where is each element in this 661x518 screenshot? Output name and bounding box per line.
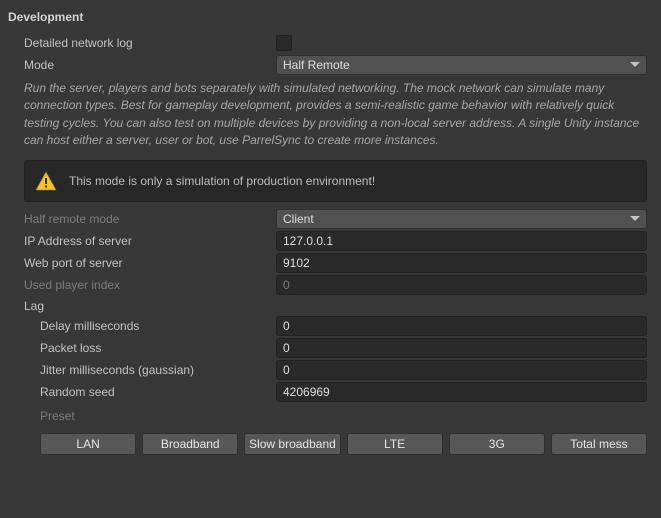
jitter-row: Jitter milliseconds (gaussian) xyxy=(0,359,661,381)
used-player-input xyxy=(276,275,647,295)
mode-dropdown-value: Half Remote xyxy=(283,58,350,72)
detailed-network-log-checkbox[interactable] xyxy=(276,35,292,51)
packet-loss-label: Packet loss xyxy=(40,341,276,355)
half-remote-mode-row: Half remote mode Client xyxy=(0,208,661,230)
half-remote-mode-value: Client xyxy=(283,212,314,226)
mode-description: Run the server, players and bots separat… xyxy=(0,76,661,158)
warning-icon xyxy=(35,171,57,191)
detailed-network-log-row: Detailed network log xyxy=(0,32,661,54)
delay-row: Delay milliseconds xyxy=(0,315,661,337)
packet-loss-input[interactable] xyxy=(276,338,647,358)
section-title: Development xyxy=(0,6,661,32)
warning-box: This mode is only a simulation of produc… xyxy=(24,160,647,202)
seed-row: Random seed xyxy=(0,381,661,403)
preset-3g-button[interactable]: 3G xyxy=(449,433,545,455)
warning-text: This mode is only a simulation of produc… xyxy=(69,174,375,188)
preset-lan-button[interactable]: LAN xyxy=(40,433,136,455)
jitter-input[interactable] xyxy=(276,360,647,380)
preset-total-mess-button[interactable]: Total mess xyxy=(551,433,647,455)
chevron-down-icon xyxy=(630,216,640,222)
seed-input[interactable] xyxy=(276,382,647,402)
mode-dropdown[interactable]: Half Remote xyxy=(276,55,647,75)
jitter-label: Jitter milliseconds (gaussian) xyxy=(40,363,276,377)
preset-label: Preset xyxy=(0,405,661,427)
half-remote-mode-label: Half remote mode xyxy=(24,212,276,226)
preset-buttons: LAN Broadband Slow broadband LTE 3G Tota… xyxy=(0,431,661,457)
chevron-down-icon xyxy=(630,62,640,68)
mode-label: Mode xyxy=(24,58,276,72)
ip-label: IP Address of server xyxy=(24,234,276,248)
preset-slow-broadband-button[interactable]: Slow broadband xyxy=(244,433,340,455)
lag-label: Lag xyxy=(0,296,661,315)
ip-row: IP Address of server xyxy=(0,230,661,252)
delay-label: Delay milliseconds xyxy=(40,319,276,333)
detailed-network-log-label: Detailed network log xyxy=(24,36,276,50)
webport-label: Web port of server xyxy=(24,256,276,270)
delay-input[interactable] xyxy=(276,316,647,336)
packet-loss-row: Packet loss xyxy=(0,337,661,359)
mode-row: Mode Half Remote xyxy=(0,54,661,76)
ip-input[interactable] xyxy=(276,231,647,251)
webport-row: Web port of server xyxy=(0,252,661,274)
half-remote-mode-dropdown[interactable]: Client xyxy=(276,209,647,229)
webport-input[interactable] xyxy=(276,253,647,273)
used-player-row: Used player index xyxy=(0,274,661,296)
seed-label: Random seed xyxy=(40,385,276,399)
preset-lte-button[interactable]: LTE xyxy=(347,433,443,455)
used-player-label: Used player index xyxy=(24,278,276,292)
preset-broadband-button[interactable]: Broadband xyxy=(142,433,238,455)
